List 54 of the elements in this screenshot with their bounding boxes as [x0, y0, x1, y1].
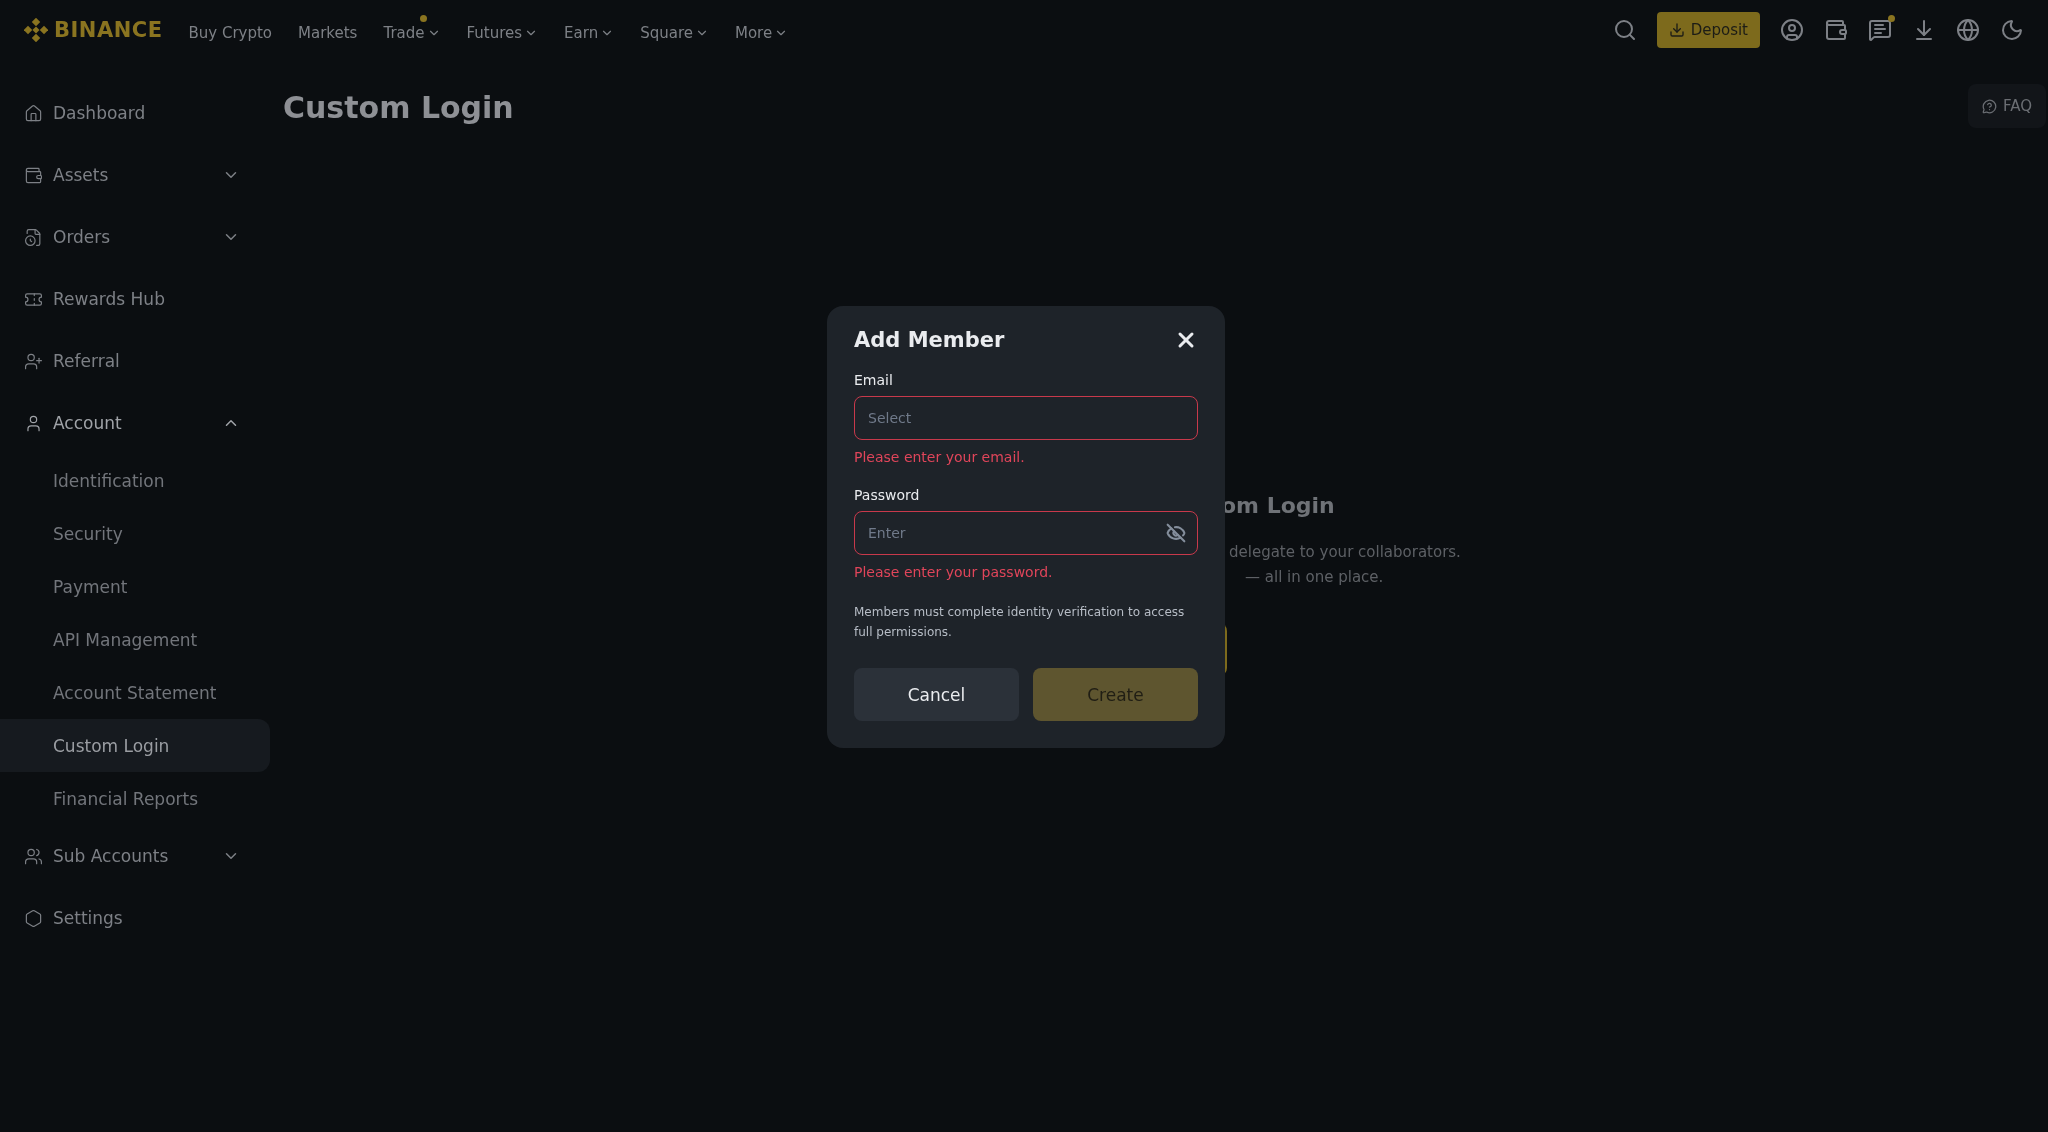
sidebar-item[interactable]: Sub Accounts	[0, 825, 270, 887]
chat-icon[interactable]	[1868, 18, 1892, 42]
nav-link[interactable]: Earn	[564, 14, 615, 46]
sidebar-item[interactable]: Orders	[0, 206, 270, 268]
error-message: Please enter your email.	[854, 449, 1026, 465]
sidebar-item[interactable]: Settings	[0, 887, 270, 949]
empty-state-text: delegate to your collaborators.	[1229, 542, 1461, 563]
logo-text[interactable]: BINANCE	[54, 18, 163, 42]
nav-link[interactable]: More	[735, 14, 789, 46]
user-icon[interactable]	[1780, 18, 1804, 42]
globe-icon[interactable]	[1956, 18, 1980, 42]
cancel-button[interactable]: Cancel	[854, 668, 1019, 721]
sidebar-subitem[interactable]: Identification	[0, 454, 270, 507]
page-title: Custom Login	[283, 90, 515, 125]
sidebar-item[interactable]: Dashboard	[0, 82, 270, 144]
wallet-icon[interactable]	[1824, 18, 1848, 42]
wallet-icon	[24, 165, 43, 185]
faq-button[interactable]: FAQ	[1967, 84, 2046, 128]
hexagon-icon	[24, 908, 43, 928]
sidebar-subitem[interactable]: Account Statement	[0, 666, 270, 719]
sidebar-subitem[interactable]: Custom Login	[0, 719, 270, 772]
home-icon	[24, 103, 43, 123]
nav-link[interactable]: Markets	[298, 14, 358, 46]
deposit-button[interactable]: Deposit	[1656, 12, 1760, 48]
help-icon	[1981, 98, 1997, 114]
nav-link[interactable]: Futures	[466, 14, 539, 46]
field-label: Password	[854, 487, 921, 503]
user-icon	[24, 413, 43, 433]
document-clock-icon	[24, 227, 43, 247]
password-field[interactable]: Enter	[854, 511, 1198, 555]
note-text: Members must complete identity verification to access full permissions.	[854, 604, 1186, 641]
sidebar-subitem[interactable]: Payment	[0, 560, 270, 613]
nav-link[interactable]: Buy Crypto	[188, 14, 273, 46]
sidebar-subitem[interactable]: Security	[0, 507, 270, 560]
select-field[interactable]: Select	[854, 396, 1198, 440]
nav-link[interactable]: Trade	[383, 14, 441, 46]
sidebar-item[interactable]: Rewards Hub	[0, 268, 270, 330]
empty-state-text: — all in one place.	[1245, 567, 1384, 588]
eye-off-icon[interactable]	[1166, 523, 1186, 543]
logo-icon	[24, 18, 48, 42]
search-icon[interactable]	[1612, 18, 1637, 42]
sidebar-item[interactable]: Referral	[0, 330, 270, 392]
sidebar-subitem[interactable]: Financial Reports	[0, 772, 270, 825]
error-message: Please enter your password.	[854, 564, 1054, 580]
moon-icon[interactable]	[2000, 18, 2024, 42]
sidebar-subitem[interactable]: API Management	[0, 613, 270, 666]
users-icon	[24, 846, 43, 866]
field-label: Email	[854, 372, 894, 388]
nav-link[interactable]: Square	[640, 14, 709, 46]
download-icon	[1668, 22, 1685, 38]
sidebar-item[interactable]: Assets	[0, 144, 270, 206]
sidebar-item[interactable]: Account	[0, 392, 270, 454]
dialog-title: Add Member	[854, 328, 1005, 352]
user-plus-icon	[24, 351, 43, 371]
